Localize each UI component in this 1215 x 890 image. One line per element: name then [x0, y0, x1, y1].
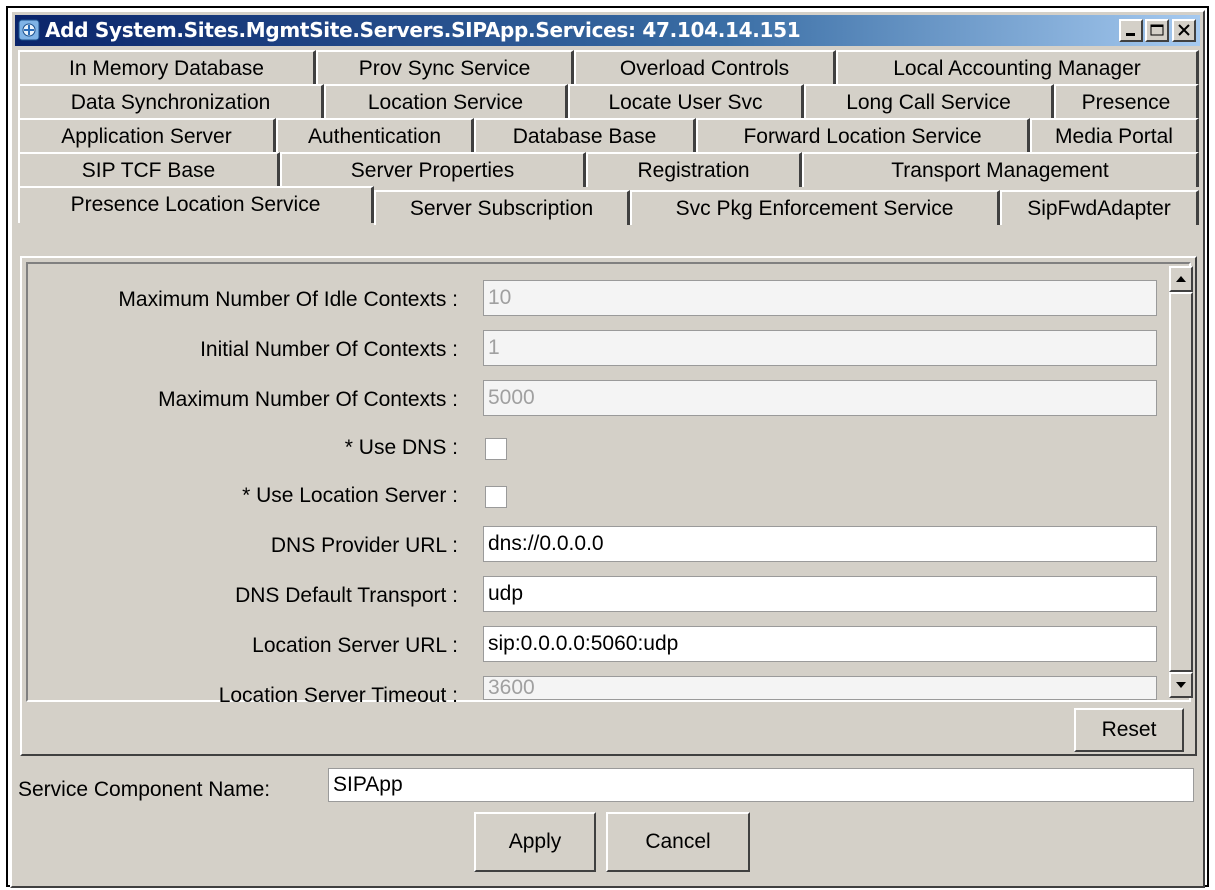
apply-button[interactable]: Apply — [474, 812, 596, 872]
tab-authentication[interactable]: Authentication — [276, 118, 474, 153]
location-server-timeout-field[interactable] — [483, 676, 1157, 700]
initial-contexts-label: Initial Number Of Contexts : — [200, 338, 458, 361]
max-contexts-field[interactable] — [483, 380, 1157, 416]
dns-provider-url-field[interactable] — [483, 526, 1157, 562]
dns-provider-url-label: DNS Provider URL : — [270, 534, 458, 557]
form-scroll-area: Maximum Number Of Idle Contexts : Initia… — [26, 262, 1193, 702]
dns-default-transport-label: DNS Default Transport : — [235, 584, 458, 607]
location-server-url-label: Location Server URL : — [252, 634, 458, 657]
use-location-server-label: * Use Location Server : — [242, 484, 458, 507]
arrow-down-icon — [1176, 682, 1186, 688]
tab-sip-tcf-base[interactable]: SIP TCF Base — [18, 152, 280, 187]
tab-long-call-service[interactable]: Long Call Service — [804, 84, 1054, 119]
max-idle-contexts-label: Maximum Number Of Idle Contexts : — [118, 288, 458, 311]
window-title: Add System.Sites.MgmtSite.Servers.SIPApp… — [45, 18, 801, 42]
tab-presence-location-service[interactable]: Presence Location Service — [18, 186, 374, 223]
tab-in-memory-database[interactable]: In Memory Database — [18, 50, 316, 85]
scroll-down-button[interactable] — [1169, 672, 1193, 698]
scroll-thumb[interactable] — [1169, 292, 1193, 672]
scroll-up-button[interactable] — [1169, 266, 1193, 292]
location-server-timeout-label: Location Server Timeout : — [218, 684, 458, 707]
use-dns-label: * Use DNS : — [344, 436, 458, 459]
title-bar[interactable]: Add System.Sites.MgmtSite.Servers.SIPApp… — [15, 15, 1200, 46]
location-server-url-field[interactable] — [483, 626, 1157, 662]
tab-locate-user-svc[interactable]: Locate User Svc — [568, 84, 804, 119]
vertical-scrollbar[interactable] — [1169, 266, 1193, 698]
use-location-server-checkbox[interactable] — [485, 486, 507, 508]
max-contexts-label: Maximum Number Of Contexts : — [158, 388, 458, 411]
tab-database-base[interactable]: Database Base — [474, 118, 696, 153]
tab-location-service[interactable]: Location Service — [324, 84, 568, 119]
tab-application-server[interactable]: Application Server — [18, 118, 276, 153]
minimize-button[interactable] — [1119, 19, 1143, 42]
dialog-window: Add System.Sites.MgmtSite.Servers.SIPApp… — [10, 10, 1205, 888]
arrow-up-icon — [1176, 276, 1186, 282]
tab-content-panel: Maximum Number Of Idle Contexts : Initia… — [20, 256, 1197, 756]
service-component-name-label: Service Component Name: — [18, 778, 271, 801]
cancel-button[interactable]: Cancel — [606, 812, 750, 872]
minimize-icon — [1126, 33, 1135, 36]
maximize-button[interactable] — [1145, 19, 1169, 42]
tab-svc-pkg-enforcement-service[interactable]: Svc Pkg Enforcement Service — [630, 190, 1000, 225]
tab-forward-location-service[interactable]: Forward Location Service — [696, 118, 1030, 153]
tab-server-properties[interactable]: Server Properties — [280, 152, 586, 187]
tab-media-portal[interactable]: Media Portal — [1030, 118, 1199, 153]
tab-presence[interactable]: Presence — [1054, 84, 1199, 119]
close-icon — [1178, 24, 1190, 36]
tab-transport-management[interactable]: Transport Management — [802, 152, 1199, 187]
app-icon — [18, 19, 40, 41]
use-dns-checkbox[interactable] — [485, 438, 507, 460]
tab-server-subscription[interactable]: Server Subscription — [374, 190, 630, 225]
tab-sipfwdadapter[interactable]: SipFwdAdapter — [1000, 190, 1199, 225]
dns-default-transport-field[interactable] — [483, 576, 1157, 612]
tab-prov-sync-service[interactable]: Prov Sync Service — [316, 50, 574, 85]
service-component-name-field[interactable] — [328, 768, 1194, 802]
tab-local-accounting-manager[interactable]: Local Accounting Manager — [836, 50, 1199, 85]
initial-contexts-field[interactable] — [483, 330, 1157, 366]
tab-registration[interactable]: Registration — [586, 152, 802, 187]
maximize-icon — [1150, 24, 1164, 36]
reset-button[interactable]: Reset — [1074, 708, 1184, 752]
tab-data-synchronization[interactable]: Data Synchronization — [18, 84, 324, 119]
max-idle-contexts-field[interactable] — [483, 280, 1157, 316]
tab-overload-controls[interactable]: Overload Controls — [574, 50, 836, 85]
close-button[interactable] — [1172, 19, 1196, 42]
